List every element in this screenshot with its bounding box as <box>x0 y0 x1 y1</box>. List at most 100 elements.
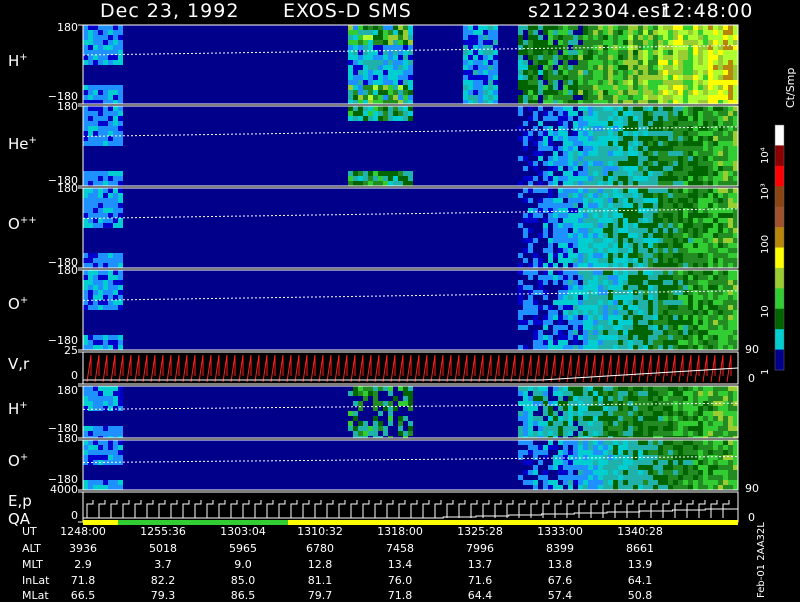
heatmap-cell <box>563 171 568 176</box>
heatmap-cell <box>623 100 628 104</box>
header-date: Dec 23, 1992 <box>100 0 240 22</box>
heatmap-cell <box>648 470 653 475</box>
heatmap-cell <box>713 396 718 401</box>
heatmap-cell <box>623 475 628 480</box>
heatmap-cell <box>663 85 668 90</box>
heatmap-cell <box>628 116 633 121</box>
heatmap-cell <box>588 223 593 228</box>
heatmap-cell <box>628 65 633 70</box>
heatmap-cell <box>663 470 668 475</box>
heatmap-cell <box>718 485 723 490</box>
heatmap-cell <box>618 50 623 55</box>
heatmap-cell <box>98 35 103 40</box>
heatmap-cell <box>548 198 553 203</box>
heatmap-cell <box>638 70 643 75</box>
heatmap-cell <box>468 25 473 30</box>
heatmap-cell <box>648 146 653 151</box>
heatmap-cell <box>698 315 703 320</box>
heatmap-cell <box>723 345 728 350</box>
heatmap-cell <box>563 70 568 75</box>
heatmap-cell <box>613 248 618 253</box>
heatmap-cell <box>388 116 393 121</box>
heatmap-cell <box>113 280 118 285</box>
heatmap-cell <box>118 90 123 95</box>
heatmap-cell <box>678 320 683 325</box>
heatmap-cell <box>93 275 98 280</box>
heatmap-cell <box>88 95 93 100</box>
heatmap-cell <box>583 480 588 485</box>
heatmap-cell <box>678 290 683 295</box>
heatmap-cell <box>528 310 533 315</box>
heatmap-cell <box>613 188 618 193</box>
heatmap-cell <box>683 290 688 295</box>
heatmap-cell <box>98 258 103 263</box>
heatmap-cell <box>403 40 408 45</box>
heatmap-cell <box>353 80 358 85</box>
heatmap-cell <box>673 345 678 350</box>
heatmap-cell <box>648 305 653 310</box>
heatmap-cell <box>103 440 108 445</box>
heatmap-cell <box>603 280 608 285</box>
heatmap-cell <box>613 386 618 391</box>
heatmap-cell <box>103 111 108 116</box>
heatmap-cell <box>708 188 713 193</box>
heatmap-cell <box>583 411 588 416</box>
heatmap-cell <box>568 203 573 208</box>
heatmap-cell <box>703 156 708 161</box>
heatmap-cell <box>688 475 693 480</box>
heatmap-cell <box>693 141 698 146</box>
heatmap-cell <box>628 218 633 223</box>
heatmap-cell <box>403 90 408 95</box>
heatmap-cell <box>548 208 553 213</box>
heatmap-cell <box>108 116 113 121</box>
heatmap-cell <box>573 345 578 350</box>
heatmap-cell <box>388 176 393 181</box>
heatmap-cell <box>568 386 573 391</box>
heatmap-cell <box>713 386 718 391</box>
heatmap-cell <box>523 416 528 421</box>
heatmap-cell <box>478 95 483 100</box>
heatmap-cell <box>538 445 543 450</box>
heatmap-cell <box>468 95 473 100</box>
heatmap-cell <box>408 106 413 111</box>
heatmap-cell <box>608 258 613 263</box>
heatmap-cell <box>113 485 118 490</box>
heatmap-cell <box>83 455 88 460</box>
heatmap-cell <box>683 75 688 80</box>
heatmap-cell <box>638 80 643 85</box>
heatmap-cell <box>633 111 638 116</box>
heatmap-cell <box>558 330 563 335</box>
heatmap-cell <box>683 228 688 233</box>
heatmap-cell <box>728 315 733 320</box>
heatmap-cell <box>553 455 558 460</box>
heatmap-cell <box>713 416 718 421</box>
heatmap-cell <box>623 166 628 171</box>
heatmap-cell <box>723 116 728 121</box>
heatmap-cell <box>618 90 623 95</box>
heatmap-cell <box>378 40 383 45</box>
heatmap-cell <box>573 426 578 431</box>
heatmap-cell <box>653 161 658 166</box>
heatmap-cell <box>583 485 588 490</box>
heatmap-cell <box>623 426 628 431</box>
heatmap-cell <box>93 406 98 411</box>
heatmap-cell <box>588 450 593 455</box>
heatmap-cell <box>708 320 713 325</box>
heatmap-cell <box>408 100 413 104</box>
heatmap-cell <box>718 320 723 325</box>
heatmap-cell <box>693 116 698 121</box>
heatmap-cell <box>108 480 113 485</box>
heatmap-cell <box>488 35 493 40</box>
heatmap-cell <box>588 315 593 320</box>
heatmap-cell <box>368 75 373 80</box>
heatmap-cell <box>383 80 388 85</box>
heatmap-cell <box>553 465 558 470</box>
heatmap-cell <box>668 95 673 100</box>
heatmap-cell <box>533 95 538 100</box>
colorbar-segment <box>775 125 784 146</box>
heatmap-cell <box>713 263 718 268</box>
panel-label-ep: E,p <box>8 492 32 510</box>
heatmap-cell <box>403 45 408 50</box>
heatmap-cell <box>633 275 638 280</box>
heatmap-cell <box>553 480 558 485</box>
